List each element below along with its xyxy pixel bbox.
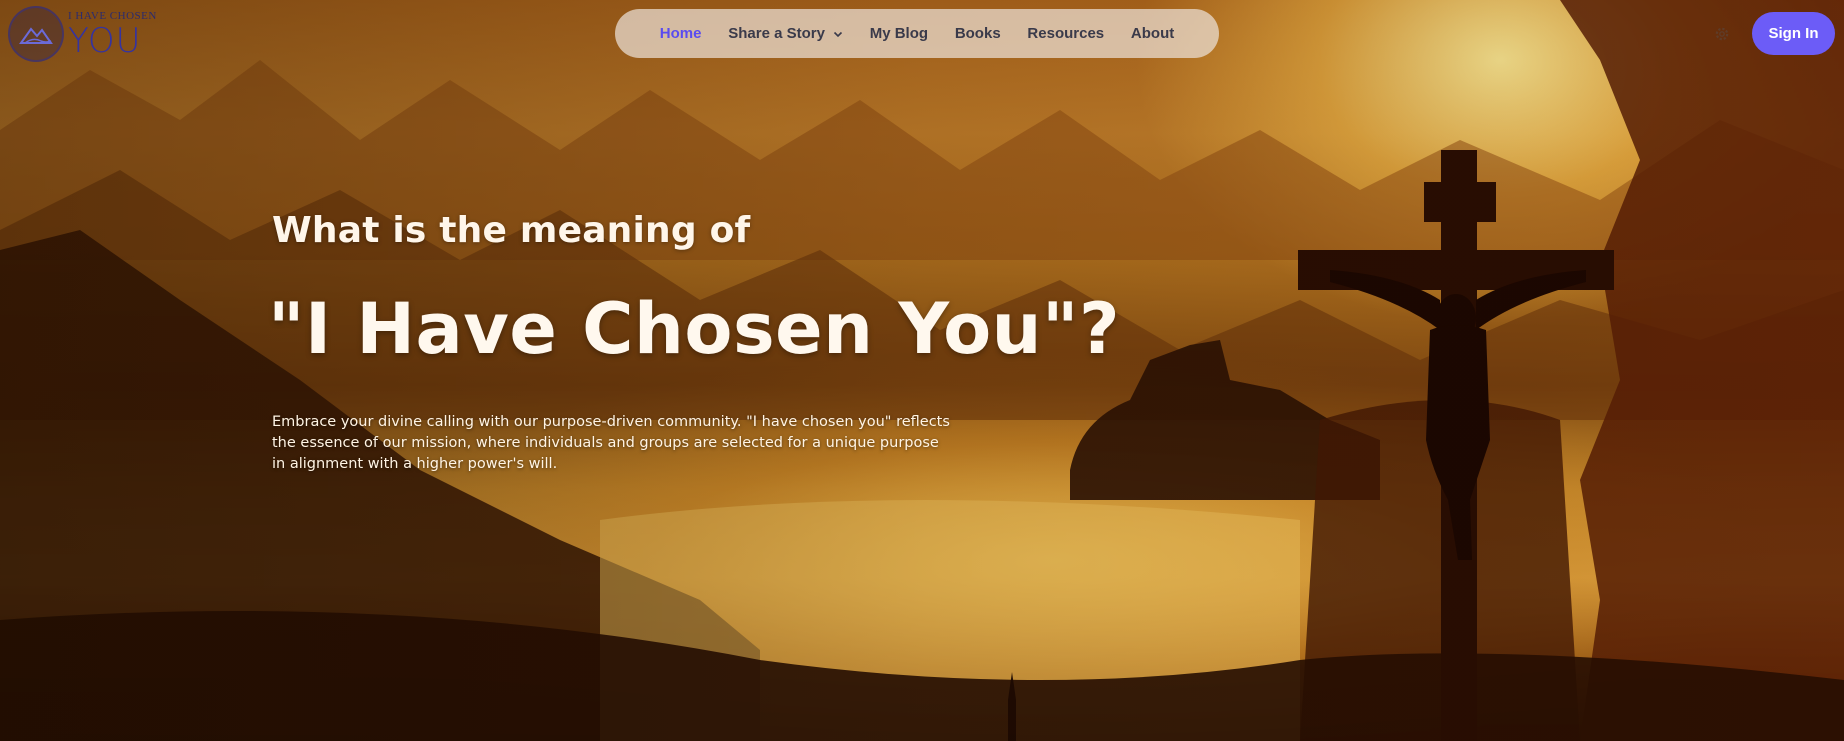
nav-item-label: Books xyxy=(954,25,1001,42)
nav-item-share-a-story[interactable]: Share a Story xyxy=(728,25,843,42)
nav-item-home[interactable]: Home xyxy=(660,25,702,42)
chevron-down-icon xyxy=(833,31,843,37)
nav-item-label: Home xyxy=(659,25,702,42)
mountain-icon xyxy=(8,6,64,62)
nav-item-books[interactable]: Books xyxy=(955,25,1001,42)
nav-item-label: Share a Story xyxy=(728,25,825,42)
nav-item-about[interactable]: About xyxy=(1131,25,1174,42)
nav-item-label: My Blog xyxy=(869,25,929,42)
hero-kicker: What is the meaning of xyxy=(272,210,751,251)
site-logo[interactable]: I HAVE CHOSEN YOU xyxy=(8,6,157,62)
gear-icon[interactable] xyxy=(1713,25,1731,43)
nav-item-label: Resources xyxy=(1027,25,1105,42)
hero-overlay xyxy=(0,0,1844,741)
main-nav: Home Share a Story My Blog Books Resourc… xyxy=(615,9,1219,58)
nav-item-label: About xyxy=(1130,25,1175,42)
nav-item-resources[interactable]: Resources xyxy=(1027,25,1104,42)
hero-section: I HAVE CHOSEN YOU Home Share a Story My … xyxy=(0,0,1844,741)
hero-description: Embrace your divine calling with our pur… xyxy=(272,414,950,472)
nav-item-my-blog[interactable]: My Blog xyxy=(870,25,928,42)
logo-small-text: I HAVE CHOSEN xyxy=(68,9,157,22)
sign-in-button[interactable]: Sign In xyxy=(1752,12,1835,55)
logo-wordmark: I HAVE CHOSEN YOU xyxy=(68,9,157,61)
hero-headline: "I Have Chosen You"? xyxy=(268,288,1121,370)
logo-big-text: YOU xyxy=(68,20,142,61)
